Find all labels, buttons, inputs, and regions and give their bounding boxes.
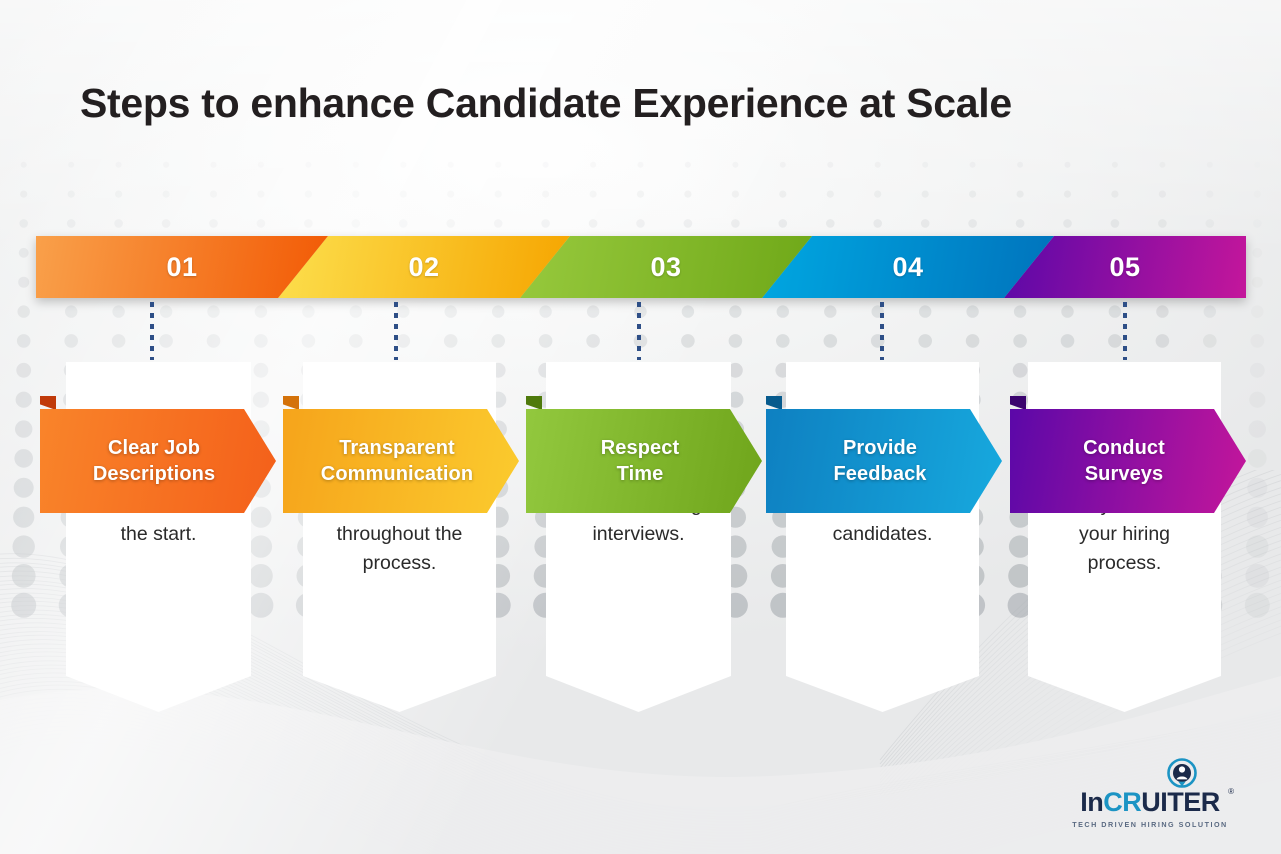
ribbon-segment-01[interactable]: 01 <box>36 236 328 298</box>
logo-text-c: C <box>1103 787 1123 817</box>
connector-line-step-5 <box>1123 302 1127 360</box>
ribbon-number-label: 04 <box>892 251 924 282</box>
ribbon-number-label: 05 <box>1109 251 1141 282</box>
step-banner-label: Clear Job Descriptions <box>92 436 216 485</box>
ribbon-segment-03[interactable]: 03 <box>520 236 812 298</box>
connector-line-step-2 <box>394 302 398 360</box>
step-banner-02[interactable]: Transparent Communication <box>283 409 519 513</box>
connector-line-step-4 <box>880 302 884 360</box>
ribbon-segment-02[interactable]: 02 <box>278 236 570 298</box>
step-banner-label: Respect Time <box>600 436 680 485</box>
step-banner-01[interactable]: Clear Job Descriptions <box>40 409 276 513</box>
ribbon-number-label: 03 <box>650 251 682 282</box>
step-banner-05[interactable]: Conduct Surveys <box>1010 409 1246 513</box>
connector-line-step-1 <box>150 302 154 360</box>
connector-line-step-3 <box>637 302 641 360</box>
step-banner-label: Transparent Communication <box>320 436 474 485</box>
logo-registered-mark: ® <box>1228 787 1234 796</box>
step-number-ribbon: 01 02 03 04 05 <box>36 236 1246 298</box>
step-banner-03[interactable]: Respect Time <box>526 409 762 513</box>
infographic-canvas: Steps to enhance Candidate Experience at… <box>0 0 1281 854</box>
step-banner-fold-02 <box>283 396 299 410</box>
ribbon-segment-04[interactable]: 04 <box>762 236 1054 298</box>
step-banner-fold-04 <box>766 396 782 410</box>
logo-tagline: TECH DRIVEN HIRING SOLUTION <box>1072 820 1228 829</box>
logo-text-rest: UITER <box>1141 787 1220 817</box>
step-banner-04[interactable]: Provide Feedback <box>766 409 1002 513</box>
incruiter-logo[interactable]: InCRUITER ® TECH DRIVEN HIRING SOLUTION <box>1065 758 1235 832</box>
ribbon-number-label: 02 <box>408 251 440 282</box>
step-banner-fold-01 <box>40 396 56 410</box>
page-title: Steps to enhance Candidate Experience at… <box>80 80 1012 126</box>
logo-text-in: In <box>1080 787 1104 817</box>
step-banner-label: Conduct Surveys <box>1083 436 1165 485</box>
logo-text-r: R <box>1122 787 1142 817</box>
ribbon-number-label: 01 <box>166 251 198 282</box>
step-banner-label: Provide Feedback <box>833 436 927 485</box>
logo-wordmark: InCRUITER <box>1065 789 1235 816</box>
step-banner-fold-05 <box>1010 396 1026 410</box>
step-banner-fold-03 <box>526 396 542 410</box>
